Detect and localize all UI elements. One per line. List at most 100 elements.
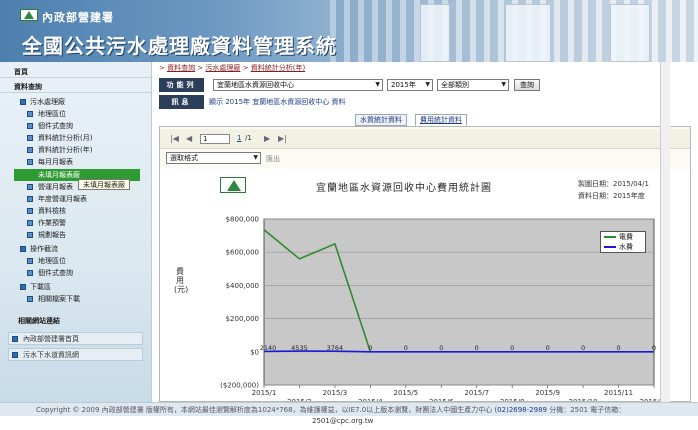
- page-icon: [27, 296, 33, 302]
- breadcrumb-item[interactable]: 污水處理廠: [205, 64, 240, 72]
- tab-cost-stats[interactable]: 費用統計資料: [415, 114, 467, 126]
- function-row: 功能列 宜蘭地區水資源回收中心 ▼ 2015年 ▼ 全部類別 ▼ 查詢: [159, 78, 691, 92]
- legend-label: 水費: [619, 243, 633, 251]
- link-cpami-home[interactable]: 內政部營建署首頁: [8, 332, 143, 345]
- agency-name: 內政部營建署: [42, 11, 114, 24]
- sidebar-group-download[interactable]: 下載區: [0, 281, 152, 293]
- chart-legend: 電費 水費: [600, 231, 646, 253]
- page-icon: [27, 232, 33, 238]
- header-building-decoration: [610, 4, 650, 62]
- sidebar-item-monthly-report[interactable]: 每月月報表: [0, 156, 152, 168]
- chevron-down-icon: ▼: [425, 81, 430, 88]
- prev-page-icon[interactable]: ◀: [186, 134, 192, 143]
- export-link[interactable]: 匯出: [266, 154, 280, 164]
- breadcrumb: > 資料查詢 > 污水處理廠 > 資料統計分析(年): [159, 63, 305, 73]
- sidebar: 首頁 資料查詢 污水處理廠 地理區位 個件式查詢 資料統計分析(月) 資料統計分…: [0, 62, 152, 402]
- page-icon: [27, 270, 33, 276]
- sidebar-home[interactable]: 首頁: [0, 66, 152, 78]
- plot-area: [263, 218, 655, 386]
- report-pager: |◀ ◀ 1 1 /1 ▶ ▶|: [160, 129, 690, 149]
- page-icon: [27, 208, 33, 214]
- folder-icon: [20, 284, 26, 290]
- category-select[interactable]: 全部類別 ▼: [437, 79, 509, 91]
- agency-logo-icon: [20, 9, 38, 21]
- sidebar-item-label: 每月月報表: [38, 158, 73, 166]
- x-tick-label: 2015/9: [535, 389, 560, 397]
- footer-email[interactable]: 2501@cpc.org.tw: [312, 417, 373, 425]
- legend-swatch: [604, 246, 616, 248]
- page-icon: [27, 147, 33, 153]
- export-format-select[interactable]: 選取格式 ▼: [166, 152, 261, 164]
- link-icon: [12, 336, 18, 342]
- legend-item-electricity: 電費: [604, 233, 633, 242]
- function-label: 功能列: [159, 78, 204, 92]
- year-select-value: 2015年: [391, 81, 416, 89]
- sidebar-item-warning[interactable]: 作業預警: [0, 217, 152, 229]
- breadcrumb-arrow: >: [240, 64, 251, 72]
- sidebar-item-location[interactable]: 地理區位: [0, 108, 152, 120]
- footer: Copyright © 2009 內政部營建署 版權所有，本網站最佳瀏覽解析度為…: [0, 402, 698, 416]
- sidebar-item-file-download[interactable]: 相關檔案下載: [0, 293, 152, 305]
- sidebar-query-title[interactable]: 資料查詢: [0, 81, 152, 93]
- message-text: 顯示 2015年 宜蘭地區水資源回收中心 資料: [209, 98, 346, 106]
- sidebar-item-stats-year[interactable]: 資料統計分析(年): [0, 144, 152, 156]
- message-label: 訊息: [159, 95, 204, 109]
- sidebar-item-label: 年度營運月報表: [38, 195, 87, 203]
- breadcrumb-item[interactable]: 資料統計分析(年): [251, 64, 305, 72]
- data-label: 3764: [327, 344, 344, 352]
- chevron-down-icon: ▼: [375, 81, 380, 88]
- data-label: 0: [404, 344, 408, 352]
- plant-select[interactable]: 宜蘭地區水資源回收中心 ▼: [213, 79, 383, 91]
- sidebar-item-case-query[interactable]: 個件式查詢: [0, 120, 152, 132]
- sidebar-item-stats-month[interactable]: 資料統計分析(月): [0, 132, 152, 144]
- sidebar-item-intercept-query[interactable]: 個件式查詢: [0, 267, 152, 279]
- x-tick-label: 2015/4: [358, 398, 383, 401]
- main-content: > 資料查詢 > 污水處理廠 > 資料統計分析(年) 功能列 宜蘭地區水資源回收…: [155, 62, 698, 402]
- sidebar-group-sewage[interactable]: 污水處理廠: [0, 96, 152, 108]
- sidebar-group-intercept[interactable]: 操作截流: [0, 243, 152, 255]
- page-icon: [27, 220, 33, 226]
- query-button[interactable]: 查詢: [514, 79, 540, 91]
- legend-item-water: 水費: [604, 243, 633, 252]
- export-format-value: 選取格式: [170, 154, 198, 162]
- link-label: 污水下水道資訊網: [23, 351, 79, 359]
- category-select-value: 全部類別: [441, 81, 469, 89]
- chart-plot: $800,000$600,000$400,000$200,000$0($200,…: [220, 216, 668, 402]
- last-page-icon[interactable]: ▶|: [278, 134, 287, 143]
- y-tick-label: $200,000: [226, 315, 259, 323]
- link-sewer-info[interactable]: 污水下水道資訊網: [8, 348, 143, 361]
- sidebar-item-planning-report[interactable]: 規劃報告: [0, 229, 152, 241]
- sidebar-item-annual-report[interactable]: 年度營運月報表: [0, 193, 152, 205]
- next-page-icon[interactable]: ▶: [264, 134, 270, 143]
- tooltip: 未填月報表廠: [78, 179, 130, 190]
- year-select[interactable]: 2015年 ▼: [387, 79, 433, 91]
- report-panel: |◀ ◀ 1 1 /1 ▶ ▶| 選取格式 ▼ 匯出 宜蘭地區水資源回收中心費用…: [159, 126, 691, 402]
- page-number-input[interactable]: 1: [200, 134, 230, 144]
- export-bar: 選取格式 ▼ 匯出: [160, 151, 690, 167]
- data-label: 0: [546, 344, 550, 352]
- tab-water-quality[interactable]: 水質統計資料: [355, 114, 407, 126]
- total-pages: /1: [245, 134, 252, 142]
- x-tick-label: 2015/6: [429, 398, 454, 401]
- system-title: 全國公共污水處理廠資料管理系統: [22, 34, 337, 58]
- legend-label: 電費: [619, 233, 633, 241]
- sidebar-item-data-check[interactable]: 資料檢核: [0, 205, 152, 217]
- footer-ext: 分機：2501 電子信箱：: [549, 406, 626, 414]
- x-tick-label: 2015/2: [287, 398, 312, 401]
- data-label: 0: [368, 344, 372, 352]
- sidebar-item-label: 個件式查詢: [38, 122, 73, 130]
- chevron-down-icon: ▼: [501, 81, 506, 88]
- y-tick-label: $400,000: [226, 282, 259, 290]
- folder-icon: [20, 99, 26, 105]
- x-tick-label: 2015/10: [569, 398, 598, 401]
- vertical-scrollbar[interactable]: [660, 62, 670, 402]
- data-label: 0: [510, 344, 514, 352]
- sidebar-item-label: 相關檔案下載: [38, 295, 80, 303]
- data-label: 0: [652, 344, 656, 352]
- breadcrumb-item[interactable]: 資料查詢: [167, 64, 195, 72]
- page-icon: [27, 159, 33, 165]
- sidebar-item-intercept-location[interactable]: 地理區位: [0, 255, 152, 267]
- legend-swatch: [604, 236, 616, 238]
- plant-select-value: 宜蘭地區水資源回收中心: [217, 81, 294, 89]
- first-page-icon[interactable]: |◀: [170, 134, 179, 143]
